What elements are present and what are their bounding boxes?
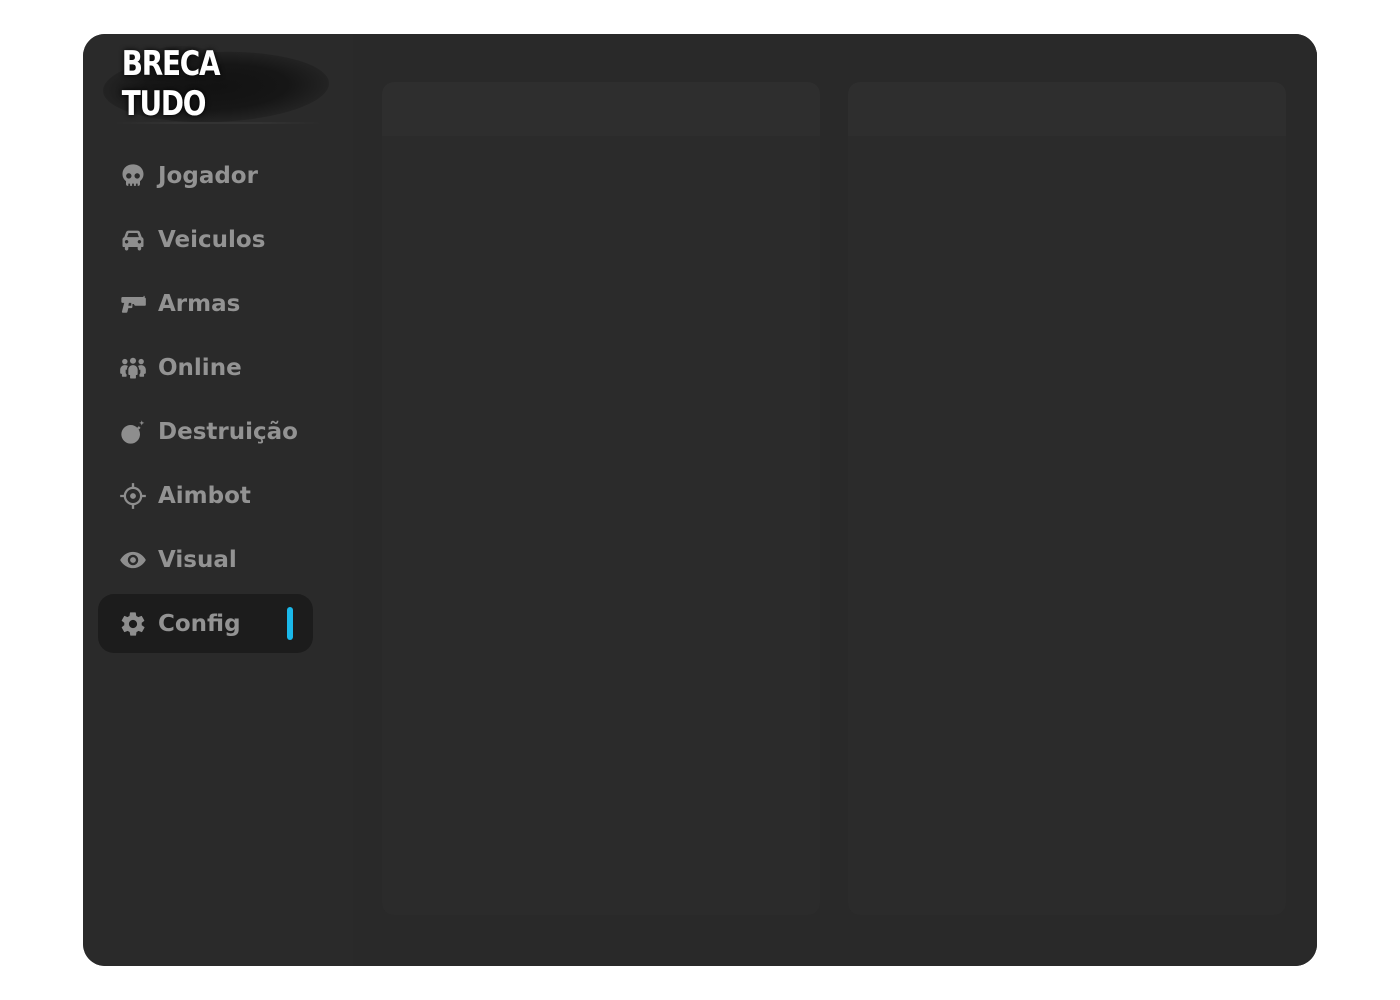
car-icon <box>118 225 148 255</box>
gun-icon <box>118 289 148 319</box>
sidebar-item-aimbot[interactable]: Aimbot <box>98 466 313 525</box>
bomb-icon <box>118 417 148 447</box>
left-panel <box>382 82 820 915</box>
main-content <box>353 34 1317 966</box>
sidebar-item-config[interactable]: Config <box>98 594 313 653</box>
sidebar-item-label: Config <box>158 610 241 637</box>
sidebar-item-visual[interactable]: Visual <box>98 530 313 589</box>
sidebar-item-jogador[interactable]: Jogador <box>98 146 313 205</box>
right-panel-header <box>848 82 1286 136</box>
sidebar-item-label: Armas <box>158 290 241 317</box>
sidebar-item-label: Destruição <box>158 418 298 445</box>
sidebar-item-label: Online <box>158 354 242 381</box>
sidebar-item-online[interactable]: Online <box>98 338 313 397</box>
sidebar-item-label: Aimbot <box>158 482 251 509</box>
right-panel <box>848 82 1286 915</box>
sidebar-item-destruicao[interactable]: Destruição <box>98 402 313 461</box>
app-title: BRECA TUDO <box>121 44 221 124</box>
sidebar-item-veiculos[interactable]: Veiculos <box>98 210 313 269</box>
users-icon <box>118 353 148 383</box>
sidebar-nav: Jogador Veiculos Armas Online Destruição… <box>98 146 313 658</box>
sidebar-item-armas[interactable]: Armas <box>98 274 313 333</box>
active-indicator <box>287 607 293 640</box>
logo: BRECA TUDO <box>101 44 331 140</box>
left-panel-header <box>382 82 820 136</box>
logo-divider <box>113 122 323 124</box>
sidebar-item-label: Jogador <box>158 162 258 189</box>
skull-icon <box>118 161 148 191</box>
gear-icon <box>118 609 148 639</box>
sidebar: BRECA TUDO Jogador Veiculos Armas Online… <box>83 34 353 966</box>
sidebar-item-label: Visual <box>158 546 237 573</box>
sidebar-item-label: Veiculos <box>158 226 266 253</box>
app-window: BRECA TUDO Jogador Veiculos Armas Online… <box>83 34 1317 966</box>
eye-icon <box>118 545 148 575</box>
crosshair-icon <box>118 481 148 511</box>
